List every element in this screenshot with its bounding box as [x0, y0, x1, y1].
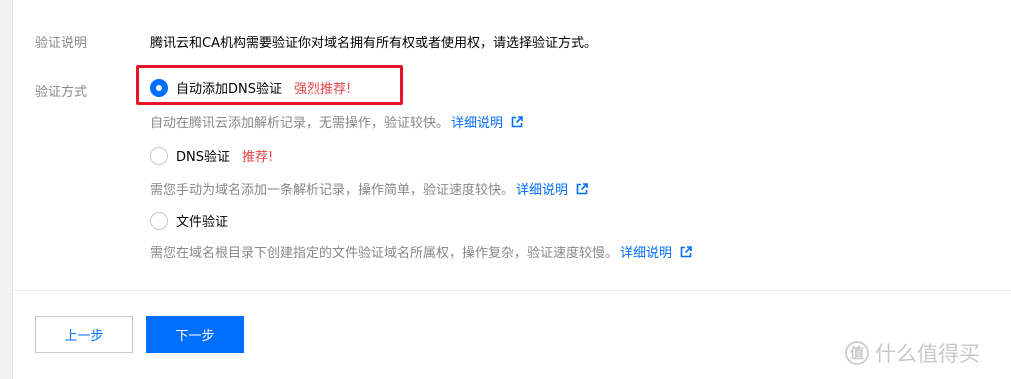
- footer-divider: [13, 290, 1011, 291]
- option-file[interactable]: 文件验证: [150, 211, 228, 230]
- option-dns-label: DNS验证: [176, 150, 230, 165]
- option-dns-detail-link[interactable]: 详细说明: [516, 179, 568, 198]
- option-dns-desc: 需您手动为域名添加一条解析记录，操作简单，验证速度较快。 详细说明: [150, 179, 588, 198]
- option-auto-dns-detail-link[interactable]: 详细说明: [451, 112, 503, 131]
- option-auto-dns-desc: 自动在腾讯云添加解析记录，无需操作，验证较快。 详细说明: [150, 112, 523, 131]
- watermark-badge-icon: 值: [845, 341, 869, 365]
- option-auto-dns[interactable]: 自动添加DNS验证 强烈推荐!: [150, 78, 351, 97]
- external-link-icon[interactable]: [576, 182, 588, 195]
- option-file-desc: 需您在域名根目录下创建指定的文件验证域名所属权，操作复杂，验证速度较慢。 详细说…: [150, 242, 692, 261]
- watermark: 值 什么值得买: [845, 338, 980, 368]
- description-text: 腾讯云和CA机构需要验证你对域名拥有所有权或者使用权，请选择验证方式。: [150, 36, 597, 51]
- option-dns-desc-text: 需您手动为域名添加一条解析记录，操作简单，验证速度较快。: [150, 183, 515, 198]
- option-auto-dns-recommend: 强烈推荐!: [294, 82, 352, 97]
- option-file-desc-text: 需您在域名根目录下创建指定的文件验证域名所属权，操作复杂，验证速度较慢。: [150, 246, 619, 261]
- option-auto-dns-desc-text: 自动在腾讯云添加解析记录，无需操作，验证较快。: [150, 116, 450, 131]
- radio-checked-icon[interactable]: [150, 78, 168, 97]
- option-dns-recommend: 推荐!: [242, 150, 274, 165]
- next-step-button[interactable]: 下一步: [146, 316, 244, 353]
- prev-step-button[interactable]: 上一步: [35, 316, 133, 353]
- description-label: 验证说明: [35, 36, 88, 51]
- radio-unchecked-icon[interactable]: [150, 146, 168, 165]
- option-file-label: 文件验证: [176, 215, 229, 230]
- watermark-text: 什么值得买: [875, 342, 980, 366]
- ssl-verification-panel: 验证说明 腾讯云和CA机构需要验证你对域名拥有所有权或者使用权，请选择验证方式。…: [12, 0, 1011, 379]
- external-link-icon[interactable]: [680, 245, 692, 258]
- method-label: 验证方式: [35, 85, 88, 100]
- external-link-icon[interactable]: [511, 115, 523, 128]
- option-auto-dns-label: 自动添加DNS验证: [176, 82, 282, 97]
- option-dns[interactable]: DNS验证 推荐!: [150, 146, 273, 165]
- radio-unchecked-icon[interactable]: [150, 211, 168, 230]
- option-file-detail-link[interactable]: 详细说明: [620, 242, 672, 261]
